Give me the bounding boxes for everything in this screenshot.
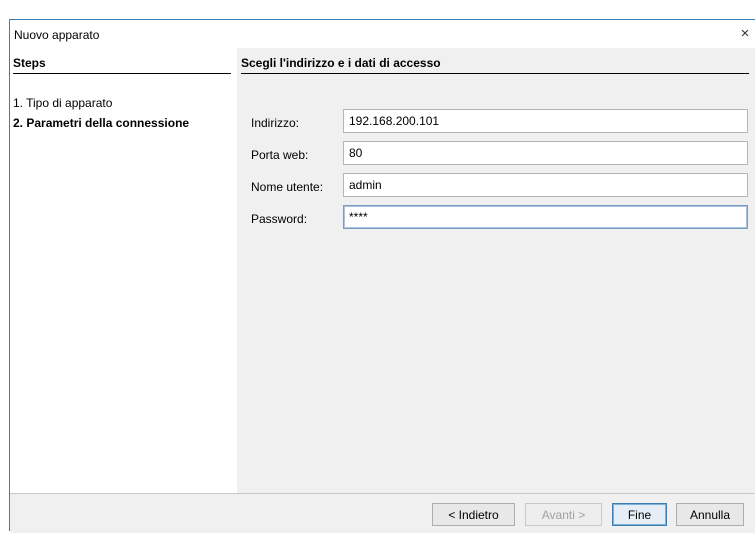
content-header: Scegli l'indirizzo e i dati di accesso xyxy=(241,56,749,74)
back-button[interactable]: < Indietro xyxy=(432,503,515,526)
close-icon[interactable]: × xyxy=(735,23,755,45)
dialog-window: Nuovo apparato × Steps 1. Tipo di appara… xyxy=(9,19,755,533)
title-bar: Nuovo apparato × xyxy=(10,20,755,48)
window-title: Nuovo apparato xyxy=(14,28,100,42)
password-label: Password: xyxy=(251,212,308,226)
port-input[interactable] xyxy=(343,141,748,165)
step-item-connection-params: 2. Parametri della connessione xyxy=(13,116,190,130)
address-input[interactable] xyxy=(343,109,748,133)
finish-button[interactable]: Fine xyxy=(612,503,667,526)
cancel-button[interactable]: Annulla xyxy=(676,503,744,526)
step-item-device-type: 1. Tipo di apparato xyxy=(13,96,113,110)
steps-panel: Steps 1. Tipo di apparato 2. Parametri d… xyxy=(10,48,237,493)
address-label: Indirizzo: xyxy=(251,116,300,130)
username-label: Nome utente: xyxy=(251,180,324,194)
username-input[interactable] xyxy=(343,173,748,197)
password-input[interactable] xyxy=(343,205,748,229)
next-button[interactable]: Avanti > xyxy=(525,503,602,526)
content-panel: Scegli l'indirizzo e i dati di accesso I… xyxy=(237,48,755,493)
steps-header: Steps xyxy=(13,56,231,74)
port-label: Porta web: xyxy=(251,148,309,162)
button-bar: < Indietro Avanti > Fine Annulla xyxy=(10,493,755,533)
